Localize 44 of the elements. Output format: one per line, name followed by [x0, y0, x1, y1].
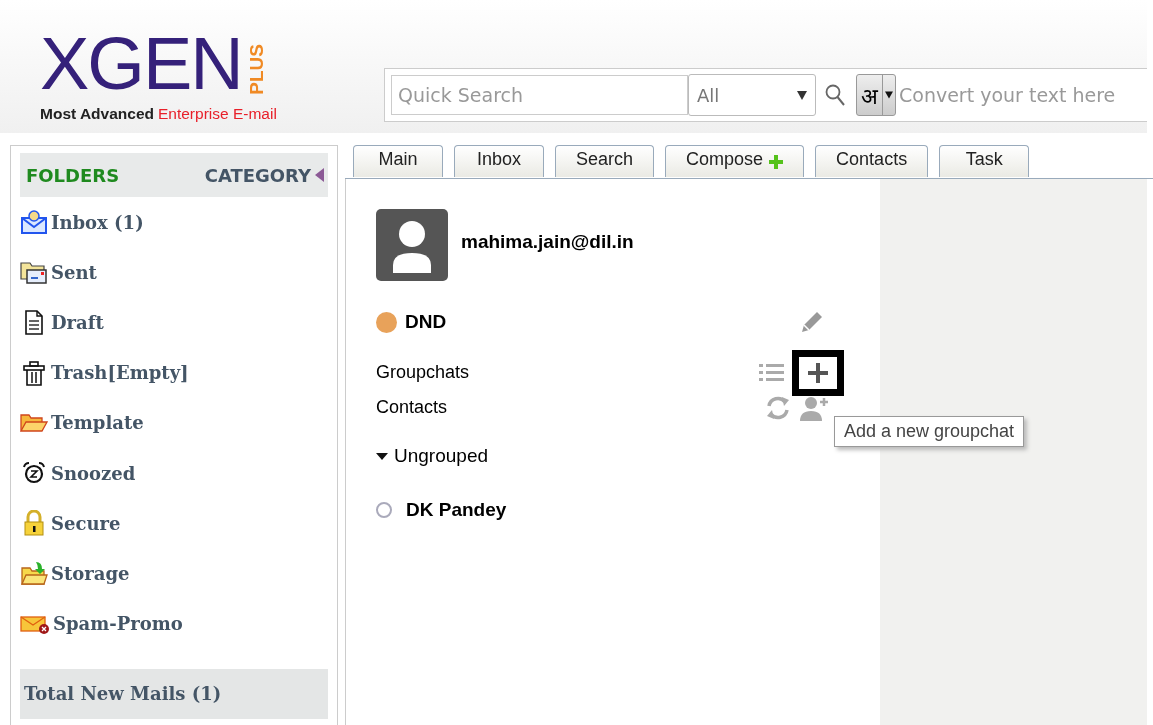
logo-plus-text: PLUS	[245, 44, 268, 95]
trash-icon	[20, 359, 48, 386]
logo-wordmark: XGEN	[40, 29, 242, 99]
groupchats-heading: Groupchats	[376, 362, 471, 383]
nav-tab[interactable]: Main	[353, 145, 443, 177]
dropdown-arrow-icon[interactable]	[885, 91, 893, 99]
nav-tab[interactable]: Contacts	[815, 145, 929, 177]
plus-icon	[807, 361, 829, 384]
script-selector[interactable]: अ	[856, 74, 896, 116]
folder-item[interactable]: Secure	[20, 498, 328, 549]
total-new-mails: Total New Mails (1)	[20, 668, 328, 719]
folder-item[interactable]: Template	[20, 397, 328, 448]
user-email: mahima.jain@dil.in	[461, 231, 634, 253]
envelope-icon	[20, 209, 48, 236]
contacts-heading: Contacts	[376, 397, 449, 418]
category-tab[interactable]: CATEGORY	[204, 164, 311, 186]
folder-item[interactable]: Spam-Promo	[20, 598, 328, 649]
nav-tab[interactable]: Inbox	[454, 145, 544, 177]
nav-tab[interactable]: Search	[555, 145, 655, 177]
logo-tagline: Most Advanced	[40, 105, 154, 123]
folder-item[interactable]: Inbox (1)	[20, 197, 328, 248]
folder-letter-icon	[20, 259, 48, 286]
folder-item[interactable]: Trash[Empty]	[20, 347, 328, 398]
add-groupchat-button[interactable]	[792, 349, 844, 396]
folders-tab[interactable]: FOLDERS	[26, 164, 205, 186]
status-label[interactable]: DND	[405, 311, 798, 333]
nav-tab[interactable]: Task	[939, 145, 1030, 177]
nav-tab[interactable]: Compose	[665, 145, 805, 177]
search-icon[interactable]	[824, 83, 846, 107]
scope-dropdown[interactable]: All	[688, 74, 816, 116]
avatar-icon	[376, 209, 448, 281]
caret-icon	[376, 451, 388, 461]
group-toggle[interactable]: Ungrouped	[376, 445, 489, 467]
folder-item[interactable]: Draft	[20, 297, 328, 348]
dropdown-arrow-icon[interactable]	[797, 90, 807, 100]
tooltip: Add a new groupchat	[834, 416, 1025, 447]
quick-search-field[interactable]: Quick Search	[391, 75, 688, 115]
folder-arrow-icon	[20, 560, 48, 587]
folder-item[interactable]: Storage	[20, 548, 328, 599]
contact-name[interactable]: DK Pandey	[406, 499, 507, 521]
logo-tagline-highlight: Enterprise E-mail	[158, 105, 277, 123]
folder-item[interactable]: Sent	[20, 247, 328, 298]
collapse-arrow-icon[interactable]	[315, 168, 324, 182]
folder-item[interactable]: Snoozed	[20, 447, 328, 499]
